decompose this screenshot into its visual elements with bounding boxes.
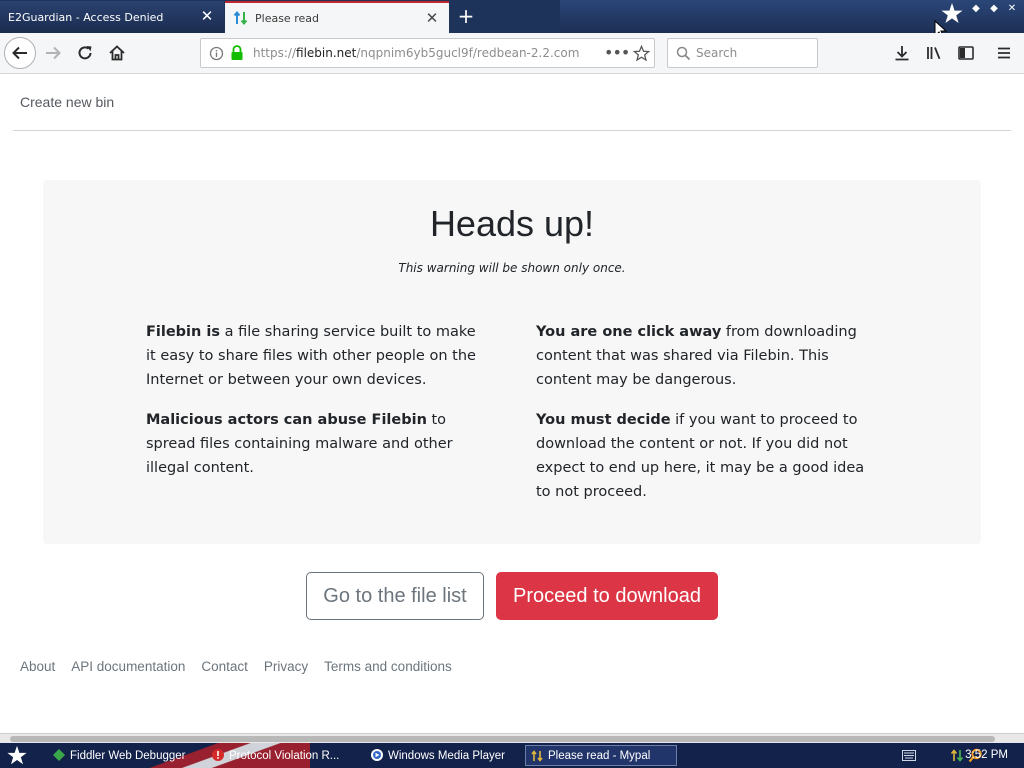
url-path: /nqpnim6yb5gucl9f/redbean-2.2.com	[356, 46, 580, 60]
menu-button[interactable]	[990, 39, 1018, 67]
home-icon	[109, 45, 125, 61]
tab-e2guardian[interactable]: E2Guardian - Access Denied ✕	[0, 1, 224, 33]
back-arrow-icon	[12, 46, 27, 60]
page-heading: Heads up!	[429, 203, 595, 244]
info-icon[interactable]	[209, 46, 224, 61]
download-icon	[895, 46, 909, 61]
taskbar-item-label: Protocol Violation R...	[229, 749, 340, 762]
create-new-bin-link[interactable]: Create new bin	[20, 94, 114, 110]
tab-strip: E2Guardian - Access Denied ✕ Please read…	[0, 0, 1024, 33]
downloads-button[interactable]	[888, 39, 916, 67]
footer-link-privacy[interactable]: Privacy	[264, 659, 308, 674]
reload-button[interactable]	[71, 39, 99, 67]
paragraph-bold-lead: Malicious actors can abuse Filebin	[146, 412, 427, 428]
hamburger-menu-icon	[998, 47, 1010, 59]
close-tab-icon[interactable]: ✕	[200, 9, 214, 24]
back-button[interactable]	[4, 37, 36, 69]
url-scheme: https://	[253, 46, 297, 60]
minimize-icon[interactable]: ◆	[970, 3, 982, 15]
tab-title: E2Guardian - Access Denied	[8, 10, 164, 24]
mouse-cursor-icon	[934, 20, 948, 33]
paragraph-bold-lead: You are one click away	[536, 324, 722, 340]
search-icon	[676, 46, 691, 61]
url-bar[interactable]: https://filebin.net/nqpnim6yb5gucl9f/red…	[200, 38, 655, 68]
info-paragraph-decide: You must decide if you want to proceed t…	[536, 408, 876, 504]
sidebar-icon	[958, 46, 974, 60]
mypal-icon	[531, 750, 543, 762]
system-tray: 3:52 PM	[874, 743, 1024, 768]
search-input[interactable]	[696, 45, 811, 61]
warning-subheading: This warning will be shown only once.	[398, 261, 626, 275]
home-button[interactable]	[103, 39, 131, 67]
header-divider	[13, 130, 1011, 131]
info-paragraph-malicious: Malicious actors can abuse Filebin to sp…	[146, 408, 486, 480]
paragraph-bold-lead: You must decide	[536, 412, 671, 428]
footer-link-api-documentation[interactable]: API documentation	[71, 659, 185, 674]
media-player-icon	[371, 749, 383, 761]
taskbar: Fiddler Web Debugger Protocol Violation …	[0, 743, 1024, 768]
page-actions-icon[interactable]: •••	[604, 43, 630, 62]
footer-link-terms[interactable]: Terms and conditions	[324, 659, 452, 674]
taskbar-item-label: Fiddler Web Debugger	[70, 749, 186, 762]
forward-arrow-icon	[46, 46, 61, 60]
lock-icon[interactable]	[230, 45, 244, 61]
library-button[interactable]	[920, 39, 948, 67]
info-paragraph-filebin: Filebin is a file sharing service built …	[146, 320, 486, 392]
go-to-file-list-button[interactable]: Go to the file list	[306, 572, 484, 620]
keyboard-icon[interactable]	[902, 750, 916, 761]
fiddler-icon	[53, 749, 65, 761]
taskbar-item-protocol-violation[interactable]: Protocol Violation R...	[207, 745, 357, 766]
footer-links: About API documentation Contact Privacy …	[20, 659, 452, 674]
taskbar-item-fiddler[interactable]: Fiddler Web Debugger	[48, 745, 198, 766]
taskbar-clock[interactable]: 3:52 PM	[965, 749, 1008, 761]
sidebar-button[interactable]	[952, 39, 980, 67]
taskbar-item-media-player[interactable]: Windows Media Player	[366, 745, 516, 766]
taskbar-item-mypal[interactable]: Please read - Mypal	[525, 745, 677, 766]
maximize-icon[interactable]: ◆	[988, 3, 1000, 15]
library-icon	[927, 47, 941, 60]
start-button-star-icon[interactable]	[6, 745, 28, 767]
taskbar-item-label: Windows Media Player	[388, 749, 505, 762]
tab-title: Please read	[255, 11, 319, 25]
info-paragraph-one-click: You are one click away from downloading …	[536, 320, 876, 392]
tab-please-read[interactable]: Please read ✕	[225, 1, 449, 33]
url-text: https://filebin.net/nqpnim6yb5gucl9f/red…	[253, 46, 579, 60]
close-tab-icon[interactable]: ✕	[425, 11, 439, 26]
url-host: filebin.net	[296, 46, 357, 60]
taskbar-item-label: Please read - Mypal	[548, 749, 651, 762]
close-window-icon[interactable]: ✕	[1006, 3, 1018, 15]
warning-icon	[212, 749, 224, 761]
proceed-to-download-button[interactable]: Proceed to download	[496, 572, 718, 620]
network-arrows-icon[interactable]	[950, 748, 964, 763]
search-bar[interactable]	[667, 38, 818, 68]
scrollbar-thumb[interactable]	[10, 736, 995, 742]
footer-link-about[interactable]: About	[20, 659, 55, 674]
footer-link-contact[interactable]: Contact	[201, 659, 248, 674]
bookmark-star-icon[interactable]	[633, 45, 650, 62]
new-tab-button[interactable]: +	[455, 5, 477, 27]
loading-arrows-icon	[233, 10, 248, 26]
forward-button[interactable]	[39, 39, 67, 67]
window-controls: ◆ ◆ ✕	[970, 3, 1018, 15]
paragraph-bold-lead: Filebin is	[146, 324, 221, 340]
navigation-toolbar: https://filebin.net/nqpnim6yb5gucl9f/red…	[0, 33, 1024, 74]
reload-icon	[78, 46, 92, 60]
